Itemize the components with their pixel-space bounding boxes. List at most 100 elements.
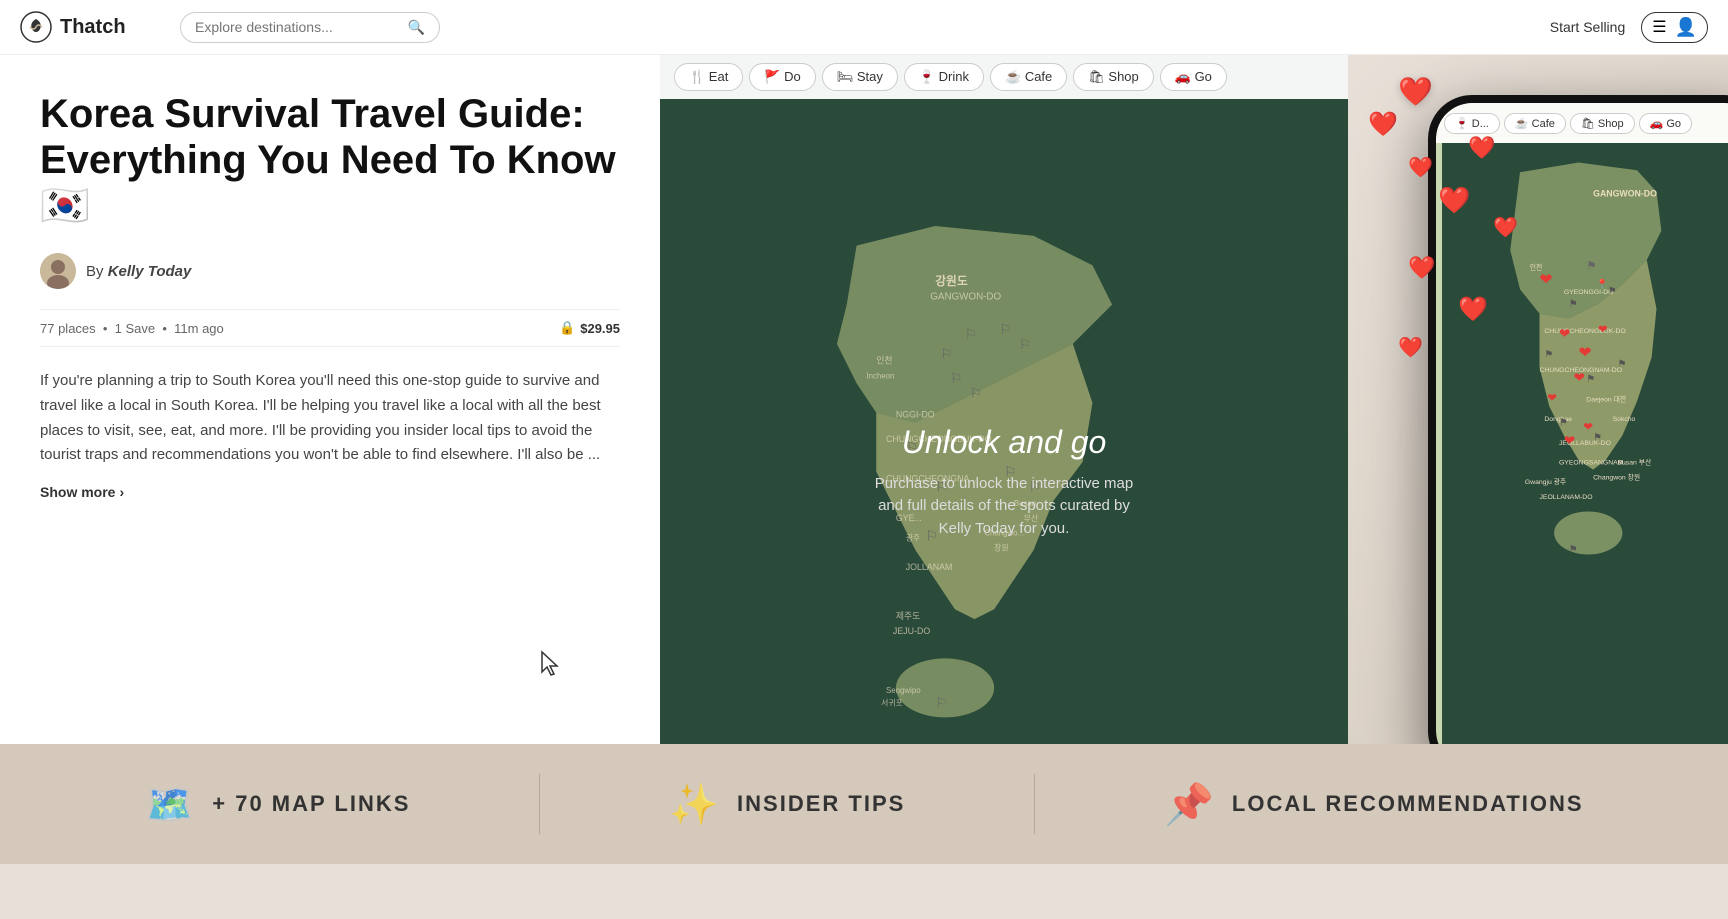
show-more-link[interactable]: Show more › <box>40 484 620 500</box>
svg-text:Sokcho: Sokcho <box>1613 416 1636 423</box>
svg-text:❤: ❤ <box>1559 326 1570 341</box>
map-links-label: + 70 MAP LINKS <box>212 791 410 817</box>
profile-icon[interactable]: 👤 <box>1675 17 1697 38</box>
phone-area: ❤️ ❤️ ❤️ ❤️ ❤️ ❤️ ❤️ ❤️ ❤️ 🍷 D... ☕ Cafe… <box>1348 55 1728 864</box>
svg-text:인천: 인천 <box>876 356 892 366</box>
meta-places-saves: 77 places • 1 Save • 11m ago <box>40 321 224 336</box>
lock-icon: 🔒 <box>559 320 575 336</box>
svg-text:⚑: ⚑ <box>1544 350 1553 361</box>
unlock-subtitle: Purchase to unlock the interactive map a… <box>874 472 1134 540</box>
svg-text:❤: ❤ <box>1564 433 1575 448</box>
svg-text:❤: ❤ <box>1583 421 1593 434</box>
thatch-logo-icon <box>20 11 52 43</box>
svg-text:⚑: ⚑ <box>1608 286 1617 297</box>
svg-text:❤: ❤ <box>1547 391 1557 404</box>
filter-stay[interactable]: 🛏 Stay <box>822 63 898 91</box>
svg-text:⚐: ⚐ <box>965 327 977 342</box>
svg-text:⚐: ⚐ <box>935 696 947 711</box>
svg-text:GANGWON-DO: GANGWON-DO <box>930 292 1001 303</box>
svg-text:⚐: ⚐ <box>999 322 1011 337</box>
svg-text:강원도: 강원도 <box>935 274 968 288</box>
svg-text:⚐: ⚐ <box>950 371 962 386</box>
search-input[interactable] <box>195 19 400 35</box>
map-panel: 🍴 Eat 🚩 Do 🛏 Stay 🍷 Drink ☕ Cafe 🛍 Shop … <box>660 55 1348 864</box>
phone-filter-go[interactable]: 🚗 Go <box>1639 113 1692 134</box>
svg-text:GANGWON-DO: GANGWON-DO <box>1593 189 1657 199</box>
article-description: If you're planning a trip to South Korea… <box>40 369 620 468</box>
svg-text:CHUNGCHEONGBUK-DO: CHUNGCHEONGBUK-DO <box>1544 328 1625 335</box>
meta-row: 77 places • 1 Save • 11m ago 🔒 $29.95 <box>40 309 620 347</box>
phone-filter-shop[interactable]: 🛍 Shop <box>1570 113 1635 134</box>
local-recs-label: LOCAL RECOMMENDATIONS <box>1232 791 1584 817</box>
search-bar[interactable]: 🔍 <box>180 12 440 43</box>
start-selling-link[interactable]: Start Selling <box>1550 19 1625 35</box>
header: Thatch 🔍 Start Selling ☰ 👤 <box>0 0 1728 55</box>
phone-korea-map-svg: GANGWON-DO 인천 GYEONGGI-DO CHUNGCHEONGBUK… <box>1436 143 1728 767</box>
phone-filter-drink[interactable]: 🍷 D... <box>1444 113 1500 134</box>
svg-text:Incheon: Incheon <box>866 371 894 380</box>
filter-do[interactable]: 🚩 Do <box>749 63 815 91</box>
phone-filter-cafe[interactable]: ☕ Cafe <box>1504 113 1566 134</box>
heart-icon-7: ❤️ <box>1408 255 1435 281</box>
filter-cafe[interactable]: ☕ Cafe <box>990 63 1067 91</box>
svg-text:제주도: 제주도 <box>896 611 920 621</box>
svg-text:❤: ❤ <box>1579 345 1592 362</box>
insider-tips-icon: ✨ <box>669 781 719 828</box>
heart-icon-3: ❤️ <box>1408 155 1433 180</box>
feature-map-links: 🗺️ + 70 MAP LINKS <box>144 781 410 828</box>
svg-text:⚑: ⚑ <box>1569 299 1578 310</box>
phone-mockup: 🍷 D... ☕ Cafe 🛍 Shop 🚗 Go <box>1428 95 1728 775</box>
svg-text:Gwangju 광주: Gwangju 광주 <box>1525 478 1566 486</box>
heart-icon-4: ❤️ <box>1468 135 1495 161</box>
author-name: By Kelly Today <box>86 263 191 280</box>
svg-text:서귀포: 서귀포 <box>881 698 903 708</box>
svg-text:JOLLANAM: JOLLANAM <box>906 562 953 572</box>
svg-text:❤: ❤ <box>1540 271 1553 288</box>
svg-text:⚑: ⚑ <box>1618 359 1627 370</box>
feature-divider-1 <box>539 774 540 834</box>
feature-local-recs: 📌 LOCAL RECOMMENDATIONS <box>1164 781 1583 828</box>
svg-text:Daejeon 대전: Daejeon 대전 <box>1586 394 1626 403</box>
map-filter-bar: 🍴 Eat 🚩 Do 🛏 Stay 🍷 Drink ☕ Cafe 🛍 Shop … <box>660 55 1348 99</box>
phone-map-content: GANGWON-DO 인천 GYEONGGI-DO CHUNGCHEONGBUK… <box>1436 143 1728 767</box>
feature-divider-2 <box>1034 774 1035 834</box>
svg-text:📍: 📍 <box>1596 278 1608 290</box>
filter-go[interactable]: 🚗 Go <box>1160 63 1227 91</box>
svg-text:⚑: ⚑ <box>1559 418 1568 429</box>
heart-icon-1: ❤️ <box>1398 75 1433 108</box>
main-content: Korea Survival Travel Guide: Everything … <box>0 55 1728 864</box>
insider-tips-label: INSIDER TIPS <box>737 791 905 817</box>
feature-insider-tips: ✨ INSIDER TIPS <box>669 781 905 828</box>
search-icon-button[interactable]: 🔍 <box>408 19 425 36</box>
svg-text:⚐: ⚐ <box>970 386 982 401</box>
unlock-title: Unlock and go <box>874 423 1134 460</box>
left-panel: Korea Survival Travel Guide: Everything … <box>0 55 660 864</box>
filter-drink[interactable]: 🍷 Drink <box>904 63 984 91</box>
svg-text:⚐: ⚐ <box>940 347 952 362</box>
hamburger-icon[interactable]: ☰ <box>1652 17 1666 37</box>
header-menu-profile[interactable]: ☰ 👤 <box>1641 12 1708 43</box>
meta-price: 🔒 $29.95 <box>559 320 620 336</box>
article-title: Korea Survival Travel Guide: Everything … <box>40 91 620 229</box>
heart-icon-2: ❤️ <box>1368 110 1398 139</box>
svg-text:⚑: ⚑ <box>1569 545 1578 556</box>
heart-icon-6: ❤️ <box>1493 215 1518 240</box>
svg-text:⚐: ⚐ <box>1019 337 1031 352</box>
heart-icon-5: ❤️ <box>1438 185 1470 216</box>
svg-text:인천: 인천 <box>1530 263 1543 272</box>
author-row: By Kelly Today <box>40 253 620 289</box>
header-right: Start Selling ☰ 👤 <box>1550 12 1708 43</box>
svg-text:❤: ❤ <box>1574 370 1585 385</box>
article-area: Korea Survival Travel Guide: Everything … <box>0 55 660 752</box>
phone-screen: 🍷 D... ☕ Cafe 🛍 Shop 🚗 Go <box>1436 103 1728 767</box>
logo-area: Thatch <box>20 11 180 43</box>
svg-text:JEJU-DO: JEJU-DO <box>893 626 930 636</box>
map-links-icon: 🗺️ <box>144 781 194 828</box>
filter-eat[interactable]: 🍴 Eat <box>674 63 743 91</box>
author-avatar <box>40 253 76 289</box>
heart-icon-8: ❤️ <box>1458 295 1488 324</box>
avatar-svg <box>40 253 76 289</box>
filter-shop[interactable]: 🛍 Shop <box>1073 63 1153 91</box>
local-recs-icon: 📌 <box>1164 781 1214 828</box>
svg-text:⚑: ⚑ <box>1586 260 1596 273</box>
